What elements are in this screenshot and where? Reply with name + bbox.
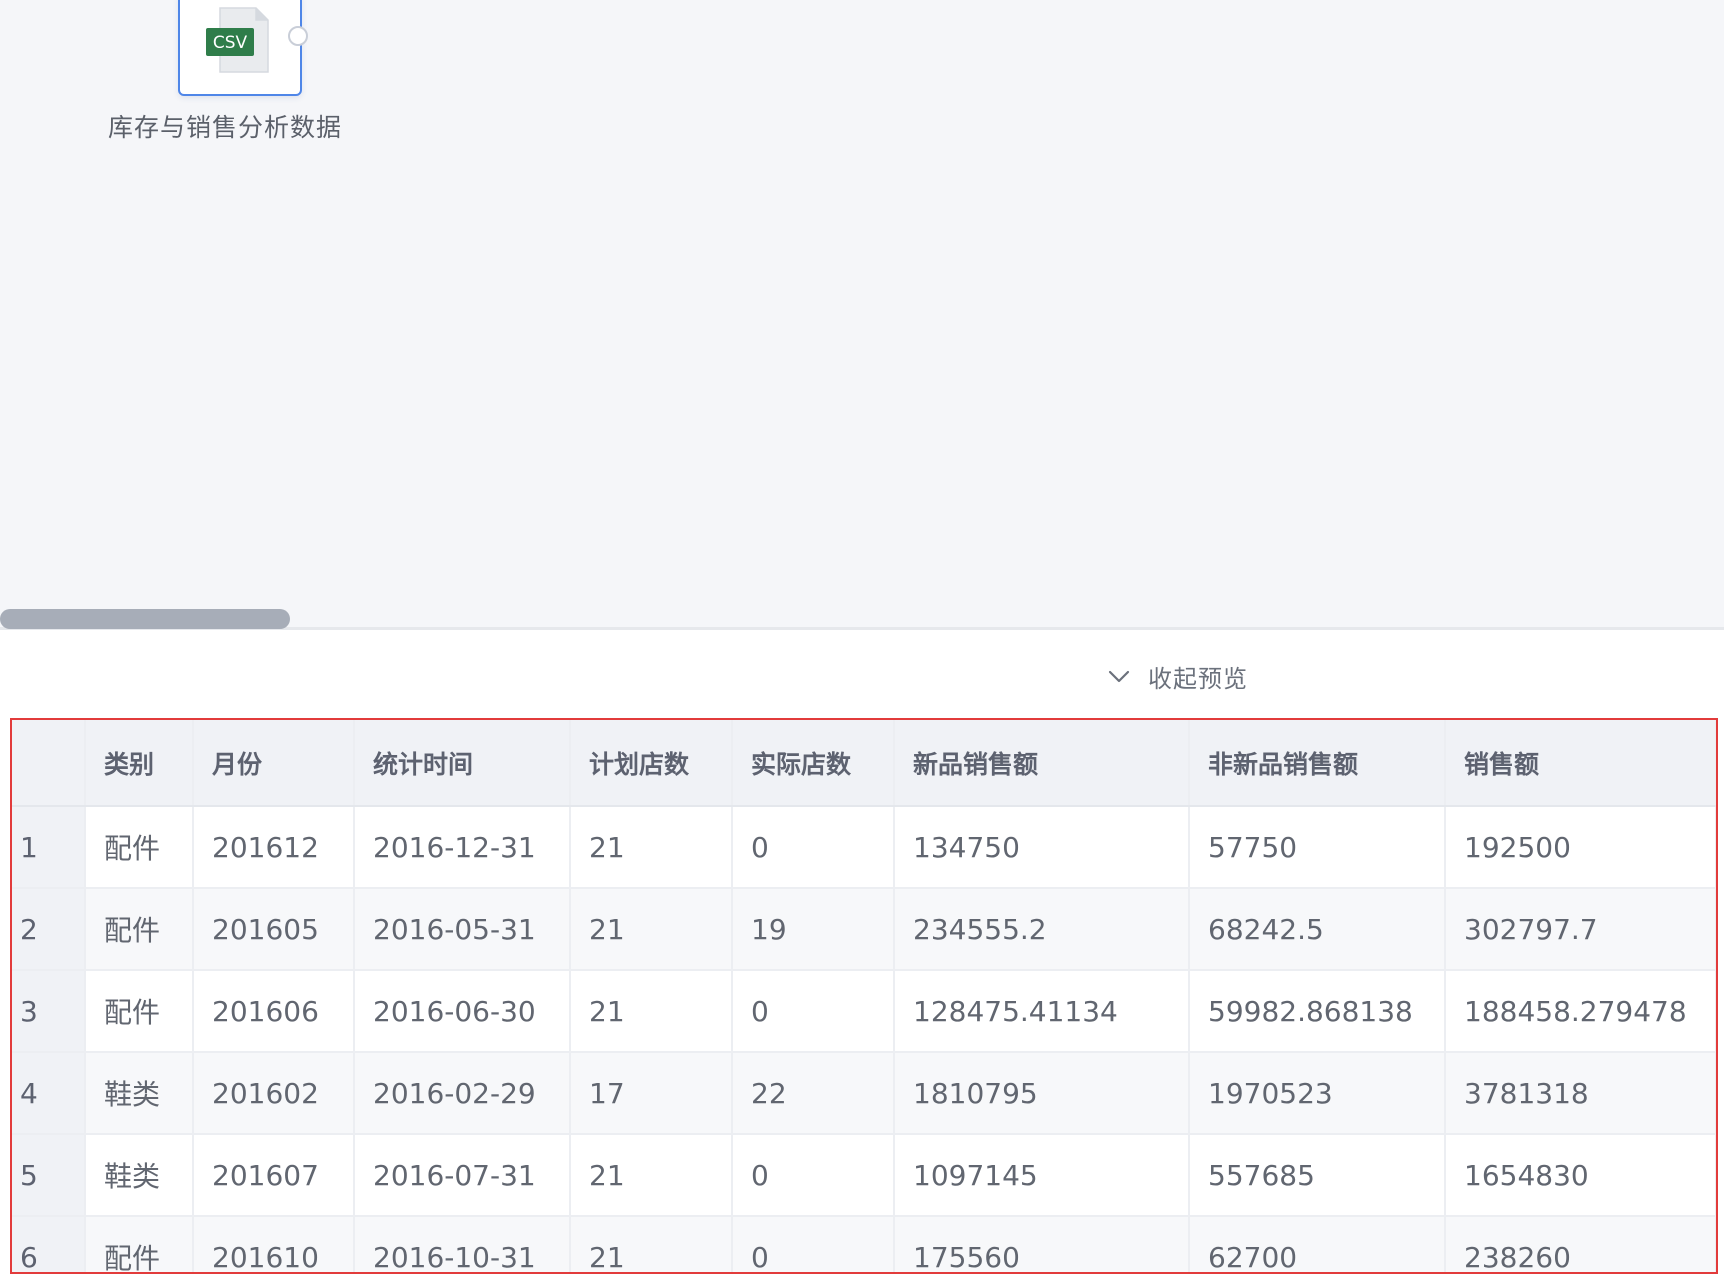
table-cell: 鞋类 <box>85 1134 194 1217</box>
collapse-preview-label: 收起预览 <box>1148 664 1248 693</box>
table-cell: 2016-10-31 <box>354 1216 571 1272</box>
csv-icon-text: CSV <box>213 33 248 53</box>
table-row[interactable]: 1 配件 201612 2016-12-31 21 0 134750 57750 192500 <box>12 806 1716 889</box>
table-cell: 21 <box>570 888 733 971</box>
table-cell: 1097145 <box>894 1134 1190 1217</box>
table-header-row: 类别 月份 统计时间 计划店数 实际店数 新品销售额 非新品销售额 销售额 <box>12 720 1716 807</box>
column-header[interactable]: 月份 <box>193 720 355 807</box>
canvas-horizontal-scrollbar[interactable] <box>0 606 1724 630</box>
table-cell: 配件 <box>85 888 194 971</box>
data-preview-table-frame: 类别 月份 统计时间 计划店数 实际店数 新品销售额 非新品销售额 销售额 1 配件 201612… <box>10 718 1718 1274</box>
table-row[interactable]: 3 配件 201606 2016-06-30 21 0 128475.41134 59982.… <box>12 970 1716 1053</box>
column-header[interactable]: 类别 <box>85 720 194 807</box>
table-cell: 2016-07-31 <box>354 1134 571 1217</box>
table-cell: 21 <box>570 970 733 1053</box>
row-index-cell: 2 <box>12 888 86 971</box>
table-row[interactable]: 6 配件 201610 2016-10-31 21 0 175560 62700 238260 <box>12 1216 1716 1272</box>
csv-data-node[interactable]: CSV <box>178 0 308 96</box>
table-cell: 201607 <box>193 1134 355 1217</box>
table-cell: 1970523 <box>1189 1052 1446 1135</box>
table-cell: 0 <box>732 1216 895 1272</box>
table-cell: 2016-12-31 <box>354 806 571 889</box>
table-row[interactable]: 5 鞋类 201607 2016-07-31 21 0 1097145 557685 16548… <box>12 1134 1716 1217</box>
table-cell: 302797.7 <box>1445 888 1716 971</box>
data-preview-table: 类别 月份 统计时间 计划店数 实际店数 新品销售额 非新品销售额 销售额 1 配件 201612… <box>12 720 1716 1272</box>
table-cell: 3781318 <box>1445 1052 1716 1135</box>
table-cell: 配件 <box>85 970 194 1053</box>
table-cell: 2016-06-30 <box>354 970 571 1053</box>
table-cell: 134750 <box>894 806 1190 889</box>
collapse-preview-button[interactable]: 收起预览 <box>1106 656 1248 696</box>
flow-canvas[interactable]: CSV 库存与销售分析数据 <box>0 0 1724 630</box>
table-cell: 201612 <box>193 806 355 889</box>
table-cell: 22 <box>732 1052 895 1135</box>
table-cell: 62700 <box>1189 1216 1446 1272</box>
table-cell: 配件 <box>85 806 194 889</box>
column-header[interactable]: 销售额 <box>1445 720 1716 807</box>
column-header[interactable]: 实际店数 <box>732 720 895 807</box>
column-header[interactable]: 统计时间 <box>354 720 571 807</box>
table-cell: 17 <box>570 1052 733 1135</box>
table-cell: 2016-05-31 <box>354 888 571 971</box>
row-index-cell: 4 <box>12 1052 86 1135</box>
table-cell: 238260 <box>1445 1216 1716 1272</box>
chevron-down-icon <box>1108 670 1130 683</box>
table-cell: 2016-02-29 <box>354 1052 571 1135</box>
table-cell: 59982.868138 <box>1189 970 1446 1053</box>
table-row[interactable]: 2 配件 201605 2016-05-31 21 19 234555.2 68242.5 30… <box>12 888 1716 971</box>
table-cell: 0 <box>732 1134 895 1217</box>
table-cell: 21 <box>570 1216 733 1272</box>
row-index-cell: 3 <box>12 970 86 1053</box>
row-index-cell: 6 <box>12 1216 86 1272</box>
table-cell: 192500 <box>1445 806 1716 889</box>
table-cell: 128475.41134 <box>894 970 1190 1053</box>
table-cell: 557685 <box>1189 1134 1446 1217</box>
table-cell: 1654830 <box>1445 1134 1716 1217</box>
table-cell: 201610 <box>193 1216 355 1272</box>
row-index-cell: 1 <box>12 806 86 889</box>
scrollbar-thumb[interactable] <box>0 609 290 629</box>
table-cell: 0 <box>732 970 895 1053</box>
table-cell: 68242.5 <box>1189 888 1446 971</box>
table-cell: 201605 <box>193 888 355 971</box>
row-index-cell: 5 <box>12 1134 86 1217</box>
table-cell: 57750 <box>1189 806 1446 889</box>
csv-file-icon: CSV <box>206 7 269 73</box>
table-cell: 21 <box>570 806 733 889</box>
table-cell: 鞋类 <box>85 1052 194 1135</box>
column-header[interactable]: 非新品销售额 <box>1189 720 1446 807</box>
table-cell: 234555.2 <box>894 888 1190 971</box>
table-cell: 19 <box>732 888 895 971</box>
table-cell: 175560 <box>894 1216 1190 1272</box>
node-label: 库存与销售分析数据 <box>108 113 343 142</box>
table-cell: 配件 <box>85 1216 194 1272</box>
table-cell: 0 <box>732 806 895 889</box>
table-cell: 21 <box>570 1134 733 1217</box>
row-index-header <box>12 720 86 807</box>
table-cell: 188458.279478 <box>1445 970 1716 1053</box>
table-body: 1 配件 201612 2016-12-31 21 0 134750 57750 192500 2… <box>12 806 1716 1272</box>
table-row[interactable]: 4 鞋类 201602 2016-02-29 17 22 1810795 1970523 378… <box>12 1052 1716 1135</box>
app-root: CSV 库存与销售分析数据 收起预览 类别 月份 统计时间 计划店数 实际店数 … <box>0 0 1724 1278</box>
column-header[interactable]: 计划店数 <box>570 720 733 807</box>
column-header[interactable]: 新品销售额 <box>894 720 1190 807</box>
table-cell: 1810795 <box>894 1052 1190 1135</box>
node-output-port[interactable] <box>288 26 308 46</box>
table-cell: 201602 <box>193 1052 355 1135</box>
table-cell: 201606 <box>193 970 355 1053</box>
